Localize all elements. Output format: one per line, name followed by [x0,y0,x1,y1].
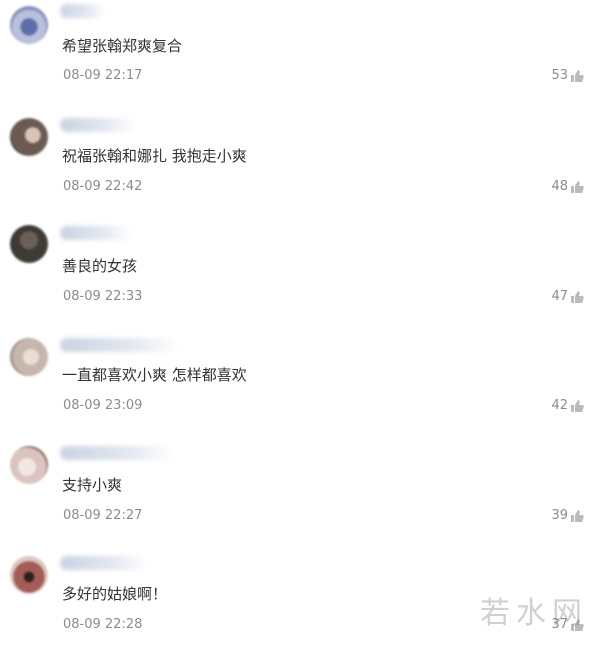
comment-text: 一直都喜欢小爽 怎样都喜欢 [62,366,247,384]
comment-item: 支持小爽 08-09 22:27 39 [0,440,600,550]
comment-text: 希望张翰郑爽复合 [62,37,183,55]
user-avatar[interactable] [10,446,48,484]
user-avatar[interactable] [10,118,48,156]
user-avatar[interactable] [10,338,48,376]
comment-item: 祝福张翰和娜扎 我抱走小爽 08-09 22:42 48 [0,110,600,220]
like-button[interactable]: 39 [551,508,584,523]
like-count: 42 [551,398,568,413]
thumbs-up-icon [571,290,584,303]
comment-item: 希望张翰郑爽复合 08-09 22:17 53 [0,0,600,110]
thumbs-up-icon [571,399,584,412]
username-blurred[interactable] [60,556,148,570]
comment-text: 支持小爽 [62,476,123,494]
like-count: 53 [551,68,568,83]
username-blurred[interactable] [60,446,175,460]
like-button[interactable]: 53 [551,68,584,83]
like-count: 47 [551,289,568,304]
comment-text: 善良的女孩 [62,257,138,275]
site-watermark: 若水网 [480,596,588,631]
like-button[interactable]: 48 [551,179,584,194]
username-blurred[interactable] [60,338,180,352]
comment-item: 一直都喜欢小爽 怎样都喜欢 08-09 23:09 42 [0,330,600,440]
comment-time: 08-09 22:17 [63,68,143,83]
like-count: 48 [551,179,568,194]
user-avatar[interactable] [10,225,48,263]
comment-time: 08-09 22:28 [63,617,143,632]
user-avatar[interactable] [10,556,48,594]
comment-time: 08-09 22:42 [63,179,143,194]
comment-time: 08-09 23:09 [63,398,143,413]
comment-time: 08-09 22:27 [63,508,143,523]
username-blurred[interactable] [60,118,135,132]
comment-text: 祝福张翰和娜扎 我抱走小爽 [62,147,247,165]
thumbs-up-icon [571,180,584,193]
user-avatar[interactable] [10,6,48,44]
like-button[interactable]: 47 [551,289,584,304]
thumbs-up-icon [571,69,584,82]
username-blurred[interactable] [60,226,132,240]
comment-item: 善良的女孩 08-09 22:33 47 [0,220,600,330]
comment-text: 多好的姑娘啊！ [62,585,168,603]
thumbs-up-icon [571,509,584,522]
username-blurred[interactable] [60,4,106,18]
like-button[interactable]: 42 [551,398,584,413]
comment-time: 08-09 22:33 [63,289,143,304]
like-count: 39 [551,508,568,523]
